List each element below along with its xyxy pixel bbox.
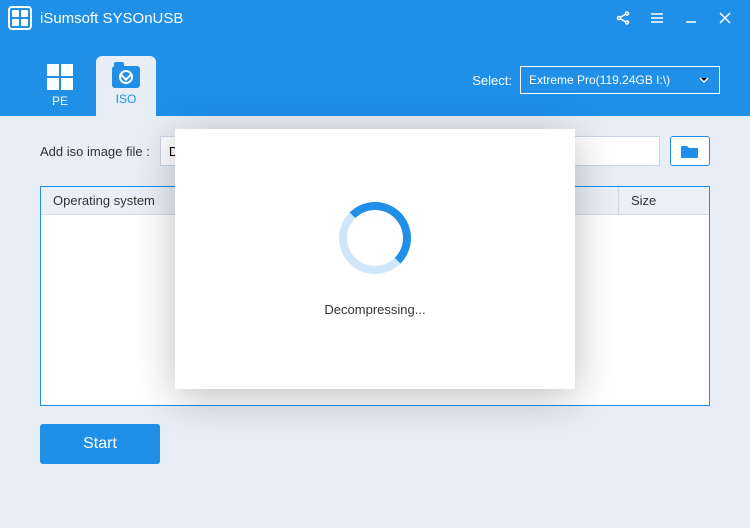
spinner-icon [339, 202, 411, 274]
folder-icon [680, 143, 700, 159]
folder-download-icon [112, 66, 140, 88]
browse-button[interactable] [670, 136, 710, 166]
drive-select-value: Extreme Pro(119.24GB I:\) [529, 73, 670, 87]
menu-button[interactable] [640, 0, 674, 36]
chevron-down-icon [697, 73, 711, 87]
tab-iso[interactable]: ISO [96, 56, 156, 116]
tab-pe-label: PE [52, 94, 68, 108]
app-logo-icon [8, 6, 32, 30]
minimize-button[interactable] [674, 0, 708, 36]
app-title: iSumsoft SYSOnUSB [40, 10, 183, 27]
close-button[interactable] [708, 0, 742, 36]
column-size[interactable]: Size [619, 187, 709, 214]
select-label: Select: [472, 73, 512, 88]
titlebar: iSumsoft SYSOnUSB [0, 0, 750, 36]
progress-modal: Decompressing... [175, 129, 575, 389]
drive-select[interactable]: Extreme Pro(119.24GB I:\) [520, 66, 720, 94]
start-button[interactable]: Start [40, 424, 160, 464]
tab-iso-label: ISO [116, 92, 137, 106]
progress-status-text: Decompressing... [324, 302, 425, 317]
drive-select-wrap: Select: Extreme Pro(119.24GB I:\) [472, 66, 720, 94]
share-button[interactable] [606, 0, 640, 36]
tabbar: PE ISO Select: Extreme Pro(119.24GB I:\) [0, 36, 750, 116]
iso-file-label: Add iso image file : [40, 144, 150, 159]
windows-icon [47, 64, 73, 90]
tab-pe[interactable]: PE [30, 56, 90, 116]
